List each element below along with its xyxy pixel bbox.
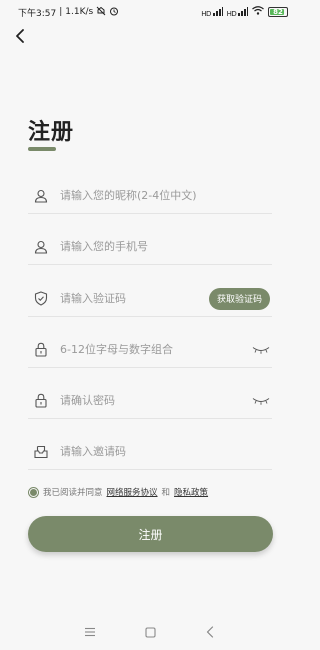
agreement-radio[interactable] [28,486,39,498]
alarm-icon [109,6,119,19]
signal-icon: HD [201,6,223,18]
nickname-field-row [28,178,272,214]
lock-icon [32,392,50,410]
wifi-icon [252,6,264,18]
system-nav-bar [0,614,300,650]
status-speed: 1.1K/s [65,7,94,17]
signal-icon: HD [226,6,248,18]
menu-icon [85,627,95,637]
shield-icon [32,290,50,308]
signal-label: HD [226,9,237,18]
agreement-and: 和 [161,488,171,498]
confirm-password-field-row [28,383,272,419]
agreement-row: 我已阅读并同意 网络服务协议和隐私政策 [28,486,208,498]
invite-field-row [28,434,272,470]
battery-icon: 82 [268,7,288,17]
register-button[interactable]: 注册 [28,516,273,552]
get-code-button[interactable]: 获取验证码 [208,287,270,310]
user-icon [32,187,50,205]
battery-text: 82 [273,8,283,16]
status-right: HD HD 82 [201,6,288,18]
radio-dot [30,488,37,496]
menu-nav-button[interactable] [80,622,100,642]
service-agreement-link[interactable]: 网络服务协议 [107,486,158,498]
chevron-left-icon [206,626,214,638]
status-left: 下午3:57 | 1.1K/s [18,6,119,19]
status-time: 下午3:57 [18,8,57,19]
phone-field-row [28,229,272,265]
status-bar: 下午3:57 | 1.1K/s HD HD 82 [0,0,300,24]
home-square-icon [144,626,156,638]
inbox-icon [32,443,50,461]
password-field-row [28,332,272,368]
user-icon [32,238,50,256]
status-separator: | [59,7,63,17]
signal-label: HD [201,9,211,18]
invite-code-input[interactable] [60,445,272,458]
code-input[interactable] [60,292,209,305]
agreement-prefix: 我已阅读并同意 [43,488,103,498]
eye-closed-icon[interactable] [252,396,270,406]
password-input[interactable] [60,343,252,356]
mute-icon [96,6,106,19]
lock-icon [32,341,50,359]
back-button[interactable] [8,24,32,48]
privacy-policy-link[interactable]: 隐私政策 [174,486,208,498]
nickname-input[interactable] [60,189,272,202]
back-nav-button[interactable] [200,622,220,642]
home-nav-button[interactable] [140,622,160,642]
chevron-left-icon [16,29,24,43]
page-title: 注册 [28,120,75,145]
title-underline [28,147,56,151]
code-field-row: 获取验证码 [28,281,272,317]
confirm-password-input[interactable] [60,394,252,407]
phone-input[interactable] [60,240,272,253]
eye-closed-icon[interactable] [252,345,270,355]
